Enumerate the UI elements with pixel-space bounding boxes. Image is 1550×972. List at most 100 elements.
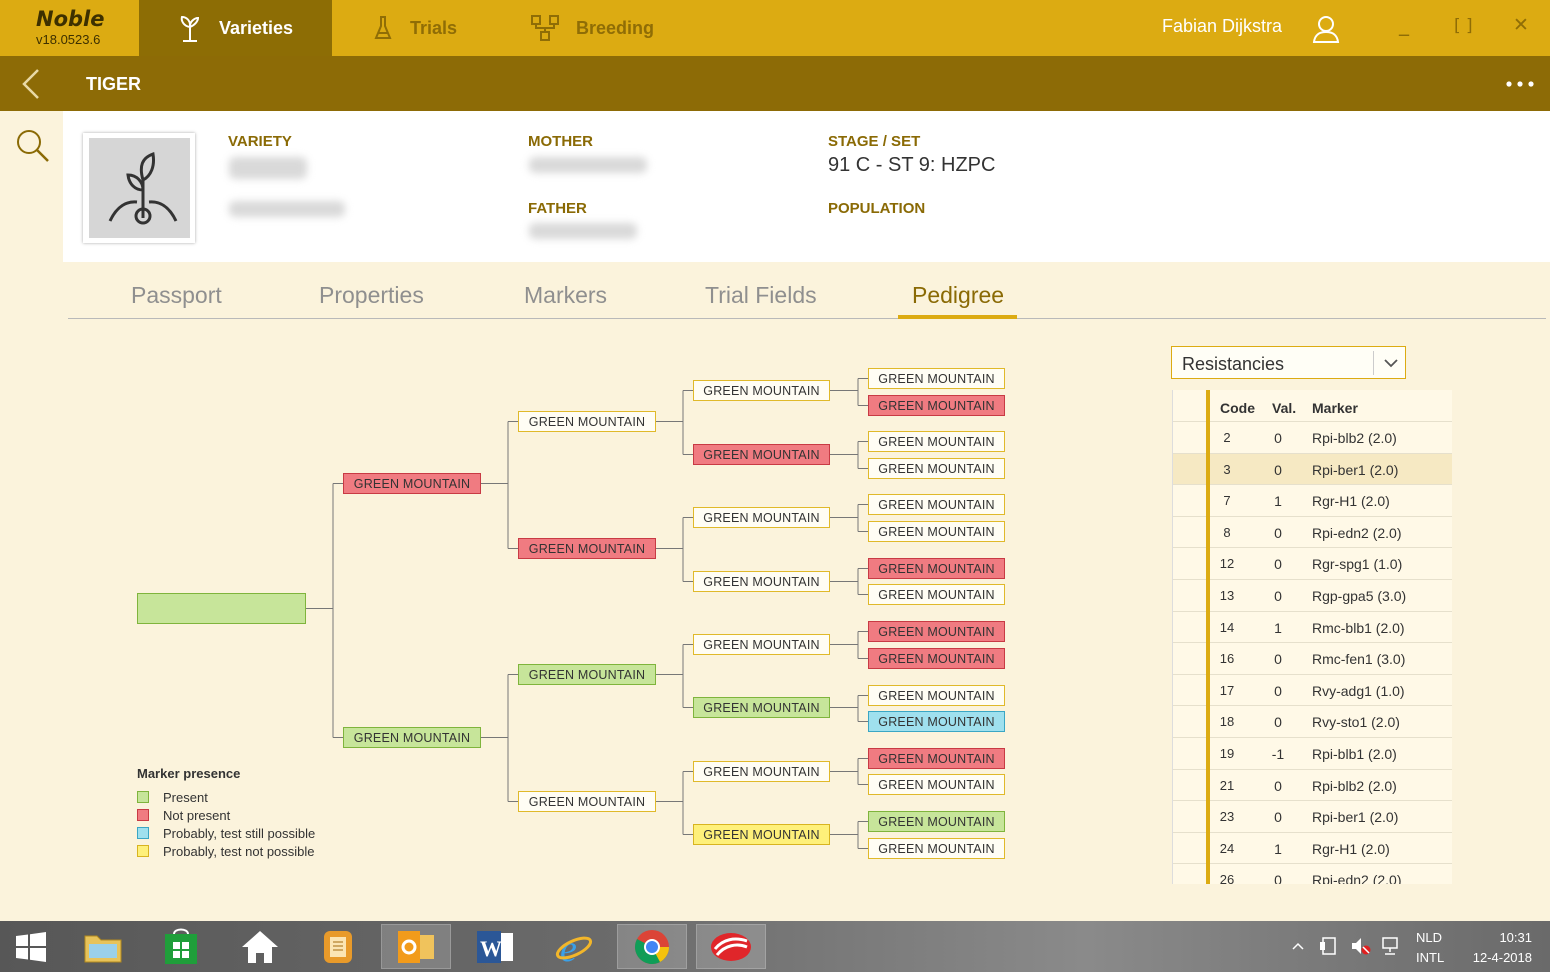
- pedigree-node[interactable]: GREEN MOUNTAIN: [868, 368, 1005, 389]
- pedigree-node[interactable]: GREEN MOUNTAIN: [518, 791, 656, 812]
- pedigree-node[interactable]: GREEN MOUNTAIN: [868, 648, 1005, 669]
- pedigree-node[interactable]: GREEN MOUNTAIN: [693, 761, 830, 782]
- notes-icon[interactable]: [303, 924, 373, 969]
- user-icon[interactable]: [1311, 14, 1341, 44]
- chevron-down-icon[interactable]: [1382, 353, 1400, 373]
- pedigree-node[interactable]: GREEN MOUNTAIN: [868, 558, 1005, 579]
- pedigree-root-node[interactable]: [137, 593, 306, 624]
- pedigree-connector: [656, 771, 693, 835]
- pedigree-node[interactable]: GREEN MOUNTAIN: [868, 584, 1005, 605]
- pedigree-node[interactable]: GREEN MOUNTAIN: [868, 458, 1005, 479]
- table-row[interactable]: 3 0 Rpi-ber1 (2.0): [1173, 452, 1452, 485]
- pedigree-connector: [830, 631, 868, 659]
- pedigree-node[interactable]: GREEN MOUNTAIN: [868, 774, 1005, 795]
- pedigree-node[interactable]: GREEN MOUNTAIN: [868, 395, 1005, 416]
- column-header-marker[interactable]: Marker: [1312, 400, 1358, 416]
- table-row[interactable]: 13 0 Rgp-gpa5 (3.0): [1173, 579, 1452, 611]
- pedigree-node[interactable]: GREEN MOUNTAIN: [693, 697, 830, 718]
- legend-item: Probably, test still possible: [137, 824, 315, 842]
- internet-explorer-icon[interactable]: e: [539, 924, 609, 969]
- table-row[interactable]: 16 0 Rmc-fen1 (3.0): [1173, 642, 1452, 674]
- pedigree-node[interactable]: GREEN MOUNTAIN: [868, 621, 1005, 642]
- column-header-val[interactable]: Val.: [1272, 400, 1296, 416]
- pedigree-connector: [830, 441, 868, 469]
- resistances-dropdown[interactable]: Resistancies: [1171, 346, 1406, 379]
- store-icon[interactable]: [146, 924, 216, 969]
- windows-start-icon[interactable]: [0, 924, 62, 969]
- pedigree-node[interactable]: GREEN MOUNTAIN: [693, 380, 830, 401]
- pedigree-node[interactable]: GREEN MOUNTAIN: [868, 811, 1005, 832]
- table-row[interactable]: 2 0 Rpi-blb2 (2.0): [1173, 421, 1452, 453]
- outlook-logo-icon: [398, 930, 434, 963]
- pedigree-node[interactable]: GREEN MOUNTAIN: [868, 431, 1005, 452]
- table-row[interactable]: 23 0 Rpi-ber1 (2.0): [1173, 800, 1452, 832]
- cell-val: 0: [1274, 430, 1282, 446]
- pedigree-node[interactable]: GREEN MOUNTAIN: [693, 571, 830, 592]
- tray-language[interactable]: NLD INTL: [1416, 928, 1444, 968]
- network-icon[interactable]: [1380, 935, 1402, 957]
- tray-clock[interactable]: 10:31 12-4-2018: [1464, 928, 1532, 968]
- pedigree-connector: [830, 821, 868, 849]
- table-row[interactable]: 8 0 Rpi-edn2 (2.0): [1173, 515, 1452, 548]
- word-logo-icon: W: [477, 930, 513, 963]
- table-row[interactable]: 21 0 Rpi-blb2 (2.0): [1173, 768, 1452, 801]
- pedigree-node[interactable]: GREEN MOUNTAIN: [868, 494, 1005, 515]
- device-icon[interactable]: [1319, 935, 1341, 957]
- word-icon[interactable]: W: [460, 924, 530, 969]
- column-header-code[interactable]: Code: [1220, 400, 1255, 416]
- table-row[interactable]: 12 0 Rgr-spg1 (1.0): [1173, 547, 1452, 579]
- close-button[interactable]: ✕: [1513, 14, 1529, 36]
- chrome-logo-icon: [634, 929, 669, 964]
- table-row[interactable]: 26 0 Rpi-edn2 (2.0): [1173, 863, 1452, 884]
- cell-code: 23: [1219, 809, 1235, 825]
- table-row[interactable]: 14 1 Rmc-blb1 (2.0): [1173, 610, 1452, 643]
- table-row[interactable]: 19 -1 Rpi-blb1 (2.0): [1173, 737, 1452, 769]
- language-code: NLD: [1416, 930, 1443, 945]
- pedigree-node[interactable]: GREEN MOUNTAIN: [518, 538, 656, 559]
- pedigree-node[interactable]: GREEN MOUNTAIN: [693, 507, 830, 528]
- windows-logo-icon: [16, 931, 46, 962]
- clock-date: 12-4-2018: [1472, 950, 1532, 965]
- pedigree-node[interactable]: GREEN MOUNTAIN: [693, 444, 830, 465]
- pedigree-node[interactable]: GREEN MOUNTAIN: [693, 824, 830, 845]
- pedigree-node[interactable]: GREEN MOUNTAIN: [868, 711, 1005, 732]
- notepad-icon: [324, 930, 352, 963]
- svg-text:W: W: [480, 936, 502, 961]
- pedigree-node[interactable]: GREEN MOUNTAIN: [343, 473, 481, 494]
- minimize-button[interactable]: _: [1399, 12, 1409, 36]
- outlook-icon[interactable]: [381, 924, 451, 969]
- noble-app-icon[interactable]: [696, 924, 766, 969]
- chrome-icon[interactable]: [617, 924, 687, 969]
- volume-muted-icon[interactable]: [1350, 935, 1372, 957]
- tray-expand-icon[interactable]: [1292, 941, 1304, 951]
- table-row[interactable]: 24 1 Rgr-H1 (2.0): [1173, 831, 1452, 864]
- pedigree-connector: [830, 758, 868, 785]
- pedigree-node[interactable]: GREEN MOUNTAIN: [518, 411, 656, 432]
- pedigree-node[interactable]: GREEN MOUNTAIN: [518, 664, 656, 685]
- pedigree-node[interactable]: GREEN MOUNTAIN: [343, 727, 481, 748]
- pedigree-connector: [830, 378, 868, 406]
- cell-val: 0: [1274, 714, 1282, 731]
- cell-marker: Rpi-ber1 (2.0): [1312, 461, 1399, 478]
- home-icon[interactable]: [225, 924, 295, 969]
- user-name[interactable]: Fabian Dijkstra: [1162, 16, 1282, 37]
- ellipsis-icon[interactable]: [1505, 80, 1537, 88]
- noble-logo-icon: [711, 932, 751, 961]
- cell-val: 0: [1274, 588, 1282, 604]
- pedigree-node[interactable]: GREEN MOUNTAIN: [868, 838, 1005, 859]
- pedigree-node[interactable]: GREEN MOUNTAIN: [868, 748, 1005, 769]
- cell-val: 1: [1274, 493, 1282, 510]
- table-row[interactable]: 18 0 Rvy-sto1 (2.0): [1173, 705, 1452, 737]
- file-explorer-icon[interactable]: [68, 924, 138, 969]
- table-row[interactable]: 7 1 Rgr-H1 (2.0): [1173, 484, 1452, 516]
- cell-code: 24: [1219, 840, 1235, 856]
- legend-label: Probably, test not possible: [163, 843, 315, 859]
- maximize-button[interactable]: [ ]: [1454, 16, 1473, 36]
- marker-legend: Marker presence Present Not present Prob…: [137, 766, 315, 860]
- cell-code: 26: [1219, 872, 1235, 884]
- pedigree-node[interactable]: GREEN MOUNTAIN: [693, 634, 830, 655]
- pedigree-node[interactable]: GREEN MOUNTAIN: [868, 521, 1005, 542]
- pedigree-node[interactable]: GREEN MOUNTAIN: [868, 685, 1005, 706]
- cell-val: 0: [1274, 682, 1282, 699]
- table-row[interactable]: 17 0 Rvy-adg1 (1.0): [1173, 673, 1452, 706]
